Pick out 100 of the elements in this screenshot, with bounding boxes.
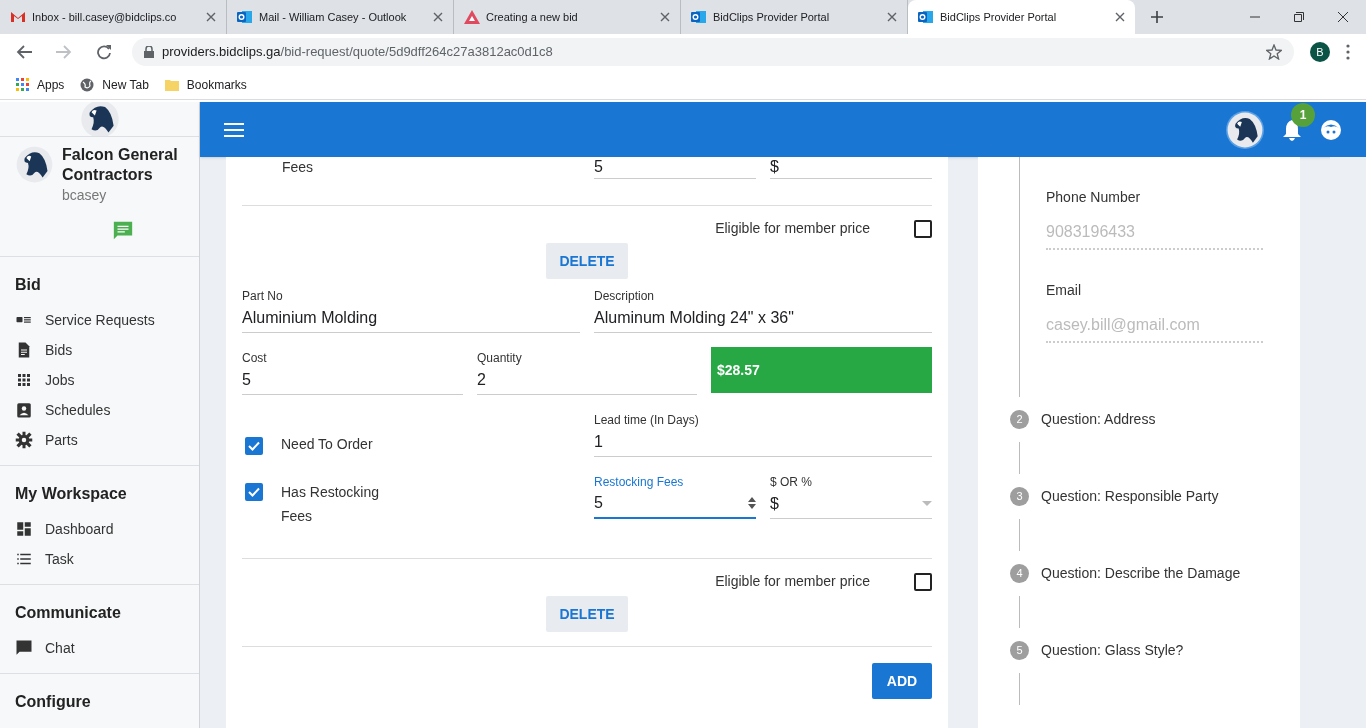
section-heading: Communicate bbox=[15, 603, 122, 623]
step-title[interactable]: Question: Describe the Damage bbox=[1041, 563, 1241, 584]
tab-title: BidClips Provider Portal bbox=[940, 9, 1058, 25]
tab-title: Inbox - bill.casey@bidclips.co bbox=[32, 9, 178, 25]
section-heading: Bid bbox=[15, 275, 42, 295]
field-label: Email bbox=[1046, 281, 1082, 300]
field-label: Restocking Fees bbox=[594, 474, 685, 489]
nav-item[interactable]: Schedules bbox=[15, 395, 184, 425]
add-button[interactable]: ADD bbox=[872, 663, 932, 699]
reload-icon[interactable] bbox=[96, 44, 112, 60]
field-label: Part No bbox=[242, 288, 284, 303]
close-icon[interactable] bbox=[206, 12, 216, 22]
outlook-icon bbox=[237, 9, 253, 25]
username: bcasey bbox=[62, 186, 108, 205]
text-field[interactable]: Aluminum Molding 24" x 36" bbox=[594, 303, 932, 333]
grid-icon bbox=[15, 371, 33, 389]
total-price: $28.57 bbox=[711, 347, 932, 393]
text-field[interactable]: 5 bbox=[594, 157, 756, 179]
close-icon[interactable] bbox=[1115, 12, 1125, 22]
url-text: providers.bidclips.ga/bid-request/quote/5d9dff264c27a3812ac0d1c8 bbox=[162, 43, 553, 62]
chat-bubble-icon bbox=[15, 639, 33, 657]
nav-item[interactable]: Dashboard bbox=[15, 514, 184, 544]
field-label: Description bbox=[594, 288, 656, 303]
text-field[interactable]: 1 bbox=[594, 427, 932, 457]
checkbox-label: Eligible for member price bbox=[715, 219, 870, 238]
mail-icon bbox=[10, 11, 26, 23]
nav-item[interactable]: Chat bbox=[15, 633, 184, 663]
step-number: 5 bbox=[1010, 641, 1029, 660]
contact-card-icon bbox=[15, 401, 33, 419]
step-number: 3 bbox=[1010, 487, 1029, 506]
restore-icon[interactable] bbox=[1294, 12, 1304, 22]
bookmark-item[interactable]: Bookmarks bbox=[164, 75, 247, 94]
close-icon[interactable] bbox=[887, 12, 897, 22]
browser-tab[interactable]: Creating a new bid bbox=[454, 0, 681, 34]
settings-icon bbox=[15, 431, 33, 449]
outlook-icon bbox=[918, 9, 934, 25]
notification-bell-icon[interactable] bbox=[1282, 118, 1302, 141]
tab-title: Mail - William Casey - Outlook bbox=[259, 9, 408, 25]
nav-item[interactable]: Parts bbox=[15, 425, 184, 455]
folder-icon bbox=[164, 78, 179, 91]
step-title[interactable]: Question: Glass Style? bbox=[1041, 640, 1184, 661]
checkbox[interactable] bbox=[914, 572, 932, 591]
bookmark-item[interactable]: New Tab bbox=[80, 75, 149, 94]
delete-button[interactable]: DELETE bbox=[546, 596, 628, 632]
checkbox[interactable] bbox=[245, 437, 263, 455]
globe-icon bbox=[80, 77, 95, 92]
close-window-icon[interactable] bbox=[1338, 12, 1348, 22]
lock-icon bbox=[144, 46, 154, 58]
read-only-field: 9083196433 bbox=[1046, 220, 1263, 250]
step-number: 4 bbox=[1010, 564, 1029, 583]
close-icon[interactable] bbox=[433, 12, 443, 22]
company-name: Falcon General Contractors bbox=[62, 145, 178, 185]
read-only-field: casey.bill@gmail.com bbox=[1046, 313, 1263, 343]
delete-button[interactable]: DELETE bbox=[546, 243, 628, 279]
menu-icon[interactable] bbox=[224, 121, 244, 138]
user-face-icon[interactable] bbox=[1320, 118, 1342, 141]
profile-avatar[interactable]: B bbox=[1310, 42, 1330, 62]
section-heading: Configure bbox=[15, 692, 92, 712]
more-options-icon[interactable] bbox=[1346, 44, 1350, 60]
text-field[interactable]: Aluminium Molding bbox=[242, 303, 580, 333]
checkbox-label: Fees bbox=[282, 158, 315, 177]
text-field[interactable]: $ bbox=[770, 489, 932, 519]
nav-item[interactable]: Jobs bbox=[15, 365, 184, 395]
company-avatar[interactable] bbox=[1226, 110, 1264, 149]
spinner-icon[interactable] bbox=[748, 496, 756, 510]
notification-badge: 1 bbox=[1291, 102, 1315, 127]
field-label: Lead time (In Days) bbox=[594, 412, 700, 427]
checkbox[interactable] bbox=[245, 483, 263, 501]
apps-grid-icon bbox=[16, 78, 29, 91]
checkbox-label: Need To Order bbox=[281, 435, 373, 454]
field-label: $ OR % bbox=[770, 474, 813, 489]
section-heading: My Workspace bbox=[15, 484, 128, 504]
tab-title: BidClips Provider Portal bbox=[713, 9, 831, 25]
step-number: 2 bbox=[1010, 410, 1029, 429]
text-field[interactable]: 5 bbox=[594, 489, 756, 519]
text-field[interactable]: 2 bbox=[477, 365, 697, 395]
tab-title: Creating a new bid bbox=[486, 9, 579, 25]
nav-item[interactable]: Bids bbox=[15, 335, 184, 365]
address-bar[interactable]: providers.bidclips.ga/bid-request/quote/5d9dff264c27a3812ac0d1c8 bbox=[132, 38, 1294, 66]
field-label: Quantity bbox=[477, 350, 523, 365]
checkbox[interactable] bbox=[914, 219, 932, 238]
bookmark-item[interactable]: Apps bbox=[16, 75, 65, 94]
nav-item[interactable]: Task bbox=[15, 544, 184, 574]
step-title[interactable]: Question: Responsible Party bbox=[1041, 486, 1219, 507]
back-arrow-icon[interactable] bbox=[16, 45, 32, 59]
text-field[interactable]: 5 bbox=[242, 365, 463, 395]
nav-item[interactable]: Service Requests bbox=[15, 305, 184, 335]
step-title[interactable]: Question: Address bbox=[1041, 409, 1156, 430]
message-icon[interactable] bbox=[111, 220, 134, 242]
star-icon[interactable] bbox=[1266, 44, 1282, 60]
outlook-icon bbox=[691, 9, 707, 25]
new-tab-icon[interactable] bbox=[1151, 11, 1163, 23]
triangle-logo-icon bbox=[464, 10, 480, 24]
checkbox-label: Has Restocking Fees bbox=[281, 483, 380, 526]
browser-tab[interactable]: Inbox - bill.casey@bidclips.co bbox=[0, 0, 227, 34]
dropdown-field[interactable]: $ bbox=[770, 157, 932, 179]
close-icon[interactable] bbox=[660, 12, 670, 22]
browser-tab[interactable]: Mail - William Casey - Outlook bbox=[227, 0, 454, 34]
browser-tab[interactable]: BidClips Provider Portal bbox=[908, 0, 1135, 34]
checkbox-label: Eligible for member price bbox=[715, 572, 870, 591]
